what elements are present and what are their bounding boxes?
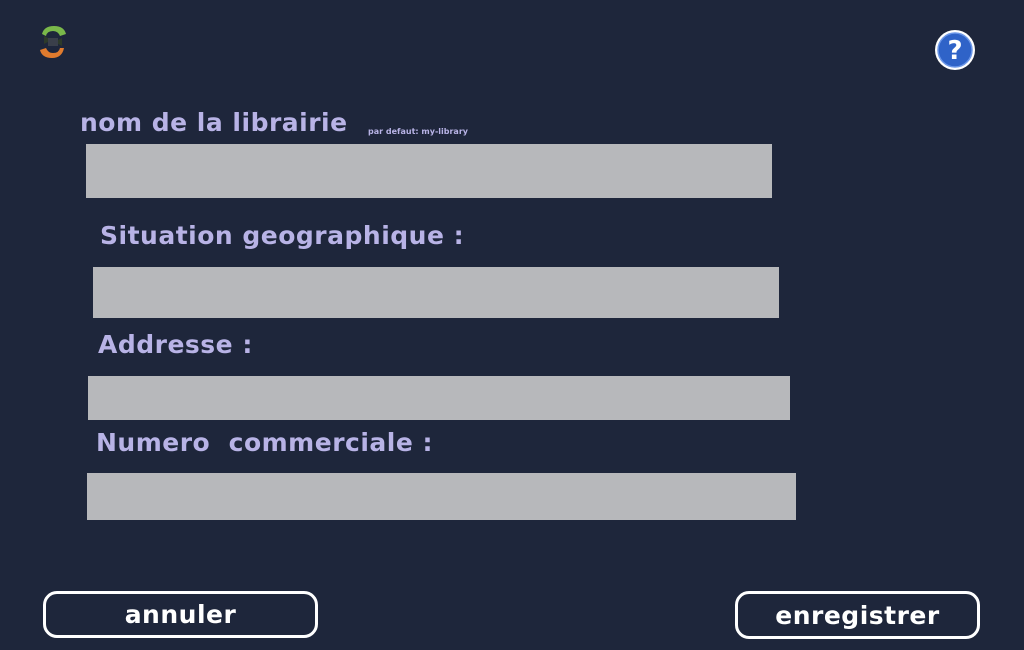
cancel-button-label: annuler	[124, 600, 237, 629]
app-logo-icon	[40, 26, 66, 58]
location-label: Situation geographique :	[100, 221, 465, 250]
library-name-input[interactable]	[86, 144, 772, 198]
library-name-hint: par defaut: my-library	[368, 127, 468, 136]
save-button-label: enregistrer	[775, 600, 940, 630]
location-input[interactable]	[93, 267, 779, 318]
svg-text:?: ?	[947, 36, 962, 66]
library-name-label: nom de la librairie	[80, 108, 348, 137]
commercial-number-input[interactable]	[87, 473, 796, 520]
commercial-number-label: Numero commerciale :	[96, 428, 434, 457]
save-button[interactable]: enregistrer	[735, 591, 980, 639]
help-icon[interactable]: ?	[933, 28, 977, 72]
cancel-button[interactable]: annuler	[43, 591, 318, 638]
address-input[interactable]	[88, 376, 790, 420]
address-label: Addresse :	[98, 330, 253, 359]
